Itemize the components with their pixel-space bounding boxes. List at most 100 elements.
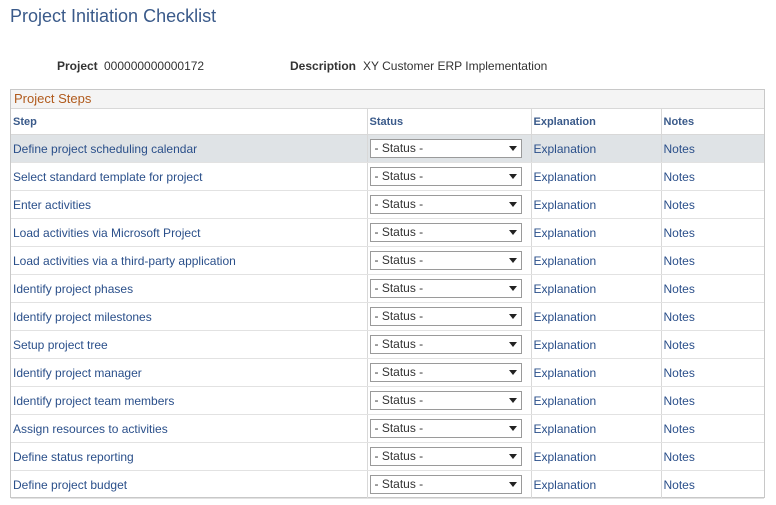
explanation-link[interactable]: Explanation (534, 450, 597, 464)
status-cell: - Status - (367, 274, 532, 303)
explanation-link[interactable]: Explanation (534, 310, 597, 324)
table-row: Select standard template for project - St… (11, 162, 764, 191)
explanation-cell: Explanation (531, 134, 662, 163)
notes-link[interactable]: Notes (664, 338, 695, 352)
step-link[interactable]: Assign resources to activities (13, 422, 168, 436)
notes-link[interactable]: Notes (664, 170, 695, 184)
notes-link[interactable]: Notes (664, 450, 695, 464)
explanation-link[interactable]: Explanation (534, 366, 597, 380)
status-select-value: - Status - (374, 365, 424, 379)
column-header-status[interactable]: Status (367, 109, 532, 135)
notes-link[interactable]: Notes (664, 310, 695, 324)
step-link[interactable]: Define project scheduling calendar (13, 142, 197, 156)
notes-link[interactable]: Notes (664, 198, 695, 212)
table-row: Assign resources to activities - Status -… (11, 414, 764, 443)
status-select[interactable]: - Status - (369, 223, 522, 242)
step-link[interactable]: Select standard template for project (13, 170, 202, 184)
step-cell: Define project budget (11, 470, 368, 499)
status-select-value: - Status - (374, 141, 424, 155)
table-row: Define project scheduling calendar - Stat… (11, 134, 764, 163)
notes-cell: Notes (661, 442, 764, 471)
step-cell: Identify project team members (11, 386, 368, 415)
step-link[interactable]: Load activities via Microsoft Project (13, 226, 200, 240)
status-select[interactable]: - Status - (369, 363, 522, 382)
status-select[interactable]: - Status - (369, 391, 522, 410)
table-row: Identify project phases - Status - Explana… (11, 274, 764, 303)
status-select-value: - Status - (374, 253, 424, 267)
notes-link[interactable]: Notes (664, 226, 695, 240)
step-cell: Identify project manager (11, 358, 368, 387)
chevron-down-icon (508, 454, 517, 459)
notes-cell: Notes (661, 330, 764, 359)
explanation-cell: Explanation (531, 442, 662, 471)
column-header-notes[interactable]: Notes (661, 109, 764, 135)
step-link[interactable]: Setup project tree (13, 338, 108, 352)
step-link[interactable]: Identify project team members (13, 394, 174, 408)
status-select[interactable]: - Status - (369, 251, 522, 270)
table-row: Identify project manager - Status - Explan… (11, 358, 764, 387)
status-select-value: - Status - (374, 197, 424, 211)
explanation-link[interactable]: Explanation (534, 198, 597, 212)
notes-link[interactable]: Notes (664, 254, 695, 268)
step-link[interactable]: Load activities via a third-party applic… (13, 254, 236, 268)
notes-link[interactable]: Notes (664, 366, 695, 380)
status-cell: - Status - (367, 330, 532, 359)
status-select[interactable]: - Status - (369, 475, 522, 494)
step-cell: Enter activities (11, 190, 368, 219)
status-select[interactable]: - Status - (369, 279, 522, 298)
status-select[interactable]: - Status - (369, 167, 522, 186)
notes-cell: Notes (661, 134, 764, 163)
step-link[interactable]: Enter activities (13, 198, 91, 212)
status-select[interactable]: - Status - (369, 195, 522, 214)
status-cell: - Status - (367, 190, 532, 219)
explanation-link[interactable]: Explanation (534, 254, 597, 268)
explanation-cell: Explanation (531, 190, 662, 219)
notes-cell: Notes (661, 274, 764, 303)
status-cell: - Status - (367, 162, 532, 191)
step-link[interactable]: Define project budget (13, 478, 127, 492)
notes-link[interactable]: Notes (664, 478, 695, 492)
notes-link[interactable]: Notes (664, 394, 695, 408)
chevron-down-icon (508, 286, 517, 291)
chevron-down-icon (508, 342, 517, 347)
table-row: Setup project tree - Status - Explanation N… (11, 330, 764, 359)
notes-link[interactable]: Notes (664, 422, 695, 436)
step-cell: Select standard template for project (11, 162, 368, 191)
step-link[interactable]: Define status reporting (13, 450, 134, 464)
explanation-link[interactable]: Explanation (534, 226, 597, 240)
table-row: Load activities via Microsoft Project - S… (11, 218, 764, 247)
notes-cell: Notes (661, 358, 764, 387)
step-cell: Assign resources to activities (11, 414, 368, 443)
step-link[interactable]: Identify project phases (13, 282, 133, 296)
explanation-link[interactable]: Explanation (534, 142, 597, 156)
explanation-link[interactable]: Explanation (534, 338, 597, 352)
explanation-link[interactable]: Explanation (534, 478, 597, 492)
explanation-cell: Explanation (531, 358, 662, 387)
column-header-explanation[interactable]: Explanation (531, 109, 662, 135)
notes-link[interactable]: Notes (664, 142, 695, 156)
status-select[interactable]: - Status - (369, 335, 522, 354)
explanation-cell: Explanation (531, 274, 662, 303)
project-steps-grid: Project Steps Step Status Explanation No… (10, 89, 765, 499)
table-header-row: Step Status Explanation Notes (11, 109, 764, 135)
step-link[interactable]: Identify project manager (13, 366, 142, 380)
status-select[interactable]: - Status - (369, 139, 522, 158)
table-row: Identify project team members - Status - E… (11, 386, 764, 415)
status-select[interactable]: - Status - (369, 307, 522, 326)
status-select[interactable]: - Status - (369, 447, 522, 466)
step-link[interactable]: Identify project milestones (13, 310, 152, 324)
status-select-value: - Status - (374, 281, 424, 295)
explanation-link[interactable]: Explanation (534, 422, 597, 436)
explanation-link[interactable]: Explanation (534, 170, 597, 184)
explanation-link[interactable]: Explanation (534, 282, 597, 296)
status-select-value: - Status - (374, 169, 424, 183)
status-select[interactable]: - Status - (369, 419, 522, 438)
chevron-down-icon (508, 202, 517, 207)
explanation-link[interactable]: Explanation (534, 394, 597, 408)
column-header-step[interactable]: Step (11, 109, 368, 135)
status-select-value: - Status - (374, 449, 424, 463)
notes-link[interactable]: Notes (664, 282, 695, 296)
project-value: 000000000000172 (104, 59, 205, 73)
table-row: Define project budget - Status - Explanati… (11, 470, 764, 499)
page-title: Project Initiation Checklist (10, 6, 217, 26)
